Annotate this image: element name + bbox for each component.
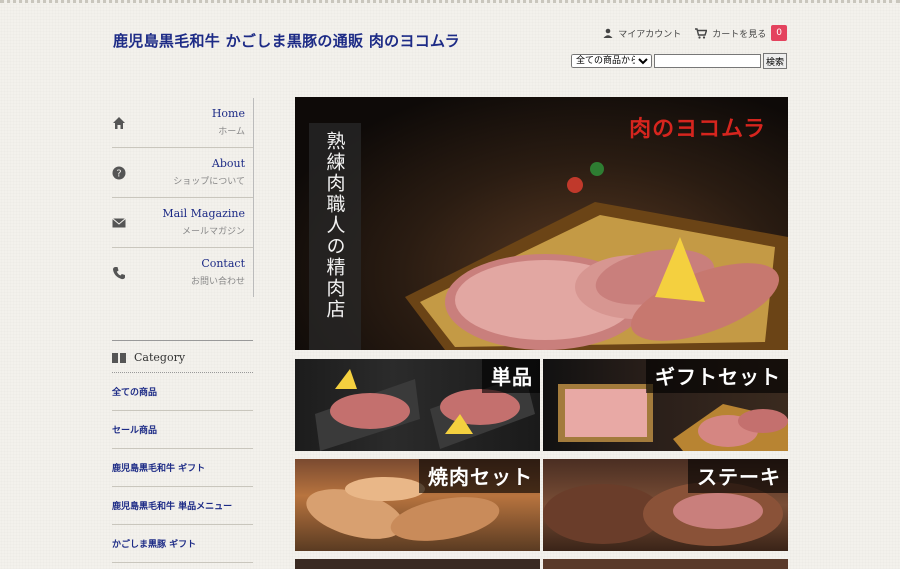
- nav-label-en: Home: [211, 107, 245, 120]
- category-tile-partial[interactable]: [543, 559, 788, 569]
- category-tile-yakiniku-set[interactable]: 焼肉セット: [295, 459, 540, 551]
- mail-icon: [112, 218, 126, 228]
- category-item[interactable]: 鹿児島黒毛和牛 ギフト: [112, 449, 253, 487]
- category-item[interactable]: 全ての商品: [112, 373, 253, 411]
- category-heading-label: Category: [134, 351, 186, 364]
- my-account-label: マイアカウント: [618, 29, 682, 40]
- nav-item-contact[interactable]: Contact お問い合わせ: [112, 248, 253, 297]
- hero-banner[interactable]: 熟練肉職人の精肉店 肉のヨコムラ: [295, 97, 788, 350]
- nav-item-about[interactable]: ? About ショップについて: [112, 148, 253, 198]
- cart-count-badge: 0: [771, 25, 787, 41]
- nav-label-ja: お問い合わせ: [190, 277, 245, 287]
- phone-icon: [113, 267, 125, 280]
- hero-vertical-text: 熟練肉職人の精肉店: [323, 131, 346, 320]
- my-account-link[interactable]: マイアカウント: [603, 27, 681, 40]
- category-tile-steak[interactable]: ステーキ: [543, 459, 788, 551]
- main-nav: Home ホーム ? About ショップについて Mail Magazine …: [112, 98, 254, 297]
- nav-label-ja: ショップについて: [173, 177, 245, 187]
- tile-label: 単品: [482, 359, 540, 393]
- category-tile-partial[interactable]: [295, 559, 540, 569]
- shop-logo: 肉のヨコムラ: [629, 116, 766, 142]
- user-icon: [603, 28, 613, 38]
- home-icon: [113, 117, 125, 129]
- cart-label: カートを見る: [712, 29, 767, 40]
- tile-label: ギフトセット: [646, 359, 788, 393]
- nav-label-ja: メールマガジン: [181, 227, 245, 237]
- cart-link[interactable]: カートを見る 0: [695, 25, 787, 41]
- nav-item-home[interactable]: Home ホーム: [112, 98, 253, 148]
- nav-item-mail-magazine[interactable]: Mail Magazine メールマガジン: [112, 198, 253, 248]
- search-category-select[interactable]: 全ての商品から: [570, 54, 652, 68]
- question-icon: ?: [112, 166, 126, 180]
- tile-label: 焼肉セット: [419, 459, 540, 493]
- header-links: マイアカウント カートを見る 0: [603, 25, 787, 41]
- cart-icon: [695, 27, 708, 39]
- tile-label: ステーキ: [688, 459, 788, 493]
- book-icon: [112, 352, 126, 363]
- nav-label-ja: ホーム: [218, 127, 245, 137]
- hero-vertical-caption: 熟練肉職人の精肉店: [309, 123, 361, 350]
- search-input[interactable]: [653, 54, 761, 68]
- category-heading: Category: [112, 340, 253, 373]
- category-tile-gift-set[interactable]: ギフトセット: [543, 359, 788, 451]
- nav-label-en: About: [211, 157, 245, 170]
- nav-label-en: Mail Magazine: [162, 207, 245, 220]
- category-item[interactable]: セール商品: [112, 411, 253, 449]
- category-menu: Category 全ての商品 セール商品 鹿児島黒毛和牛 ギフト 鹿児島黒毛和牛…: [112, 340, 253, 563]
- nav-label-en: Contact: [201, 257, 245, 270]
- svg-text:?: ?: [116, 169, 121, 180]
- search-bar: 全ての商品から 検索: [570, 53, 787, 69]
- site-title[interactable]: 鹿児島黒毛和牛 かごしま黒豚の通販 肉のヨコムラ: [113, 30, 460, 51]
- category-item[interactable]: 鹿児島黒毛和牛 単品メニュー: [112, 487, 253, 525]
- search-button[interactable]: 検索: [762, 53, 787, 69]
- category-item[interactable]: かごしま黒豚 ギフト: [112, 525, 253, 563]
- category-tile-single[interactable]: 単品: [295, 359, 540, 451]
